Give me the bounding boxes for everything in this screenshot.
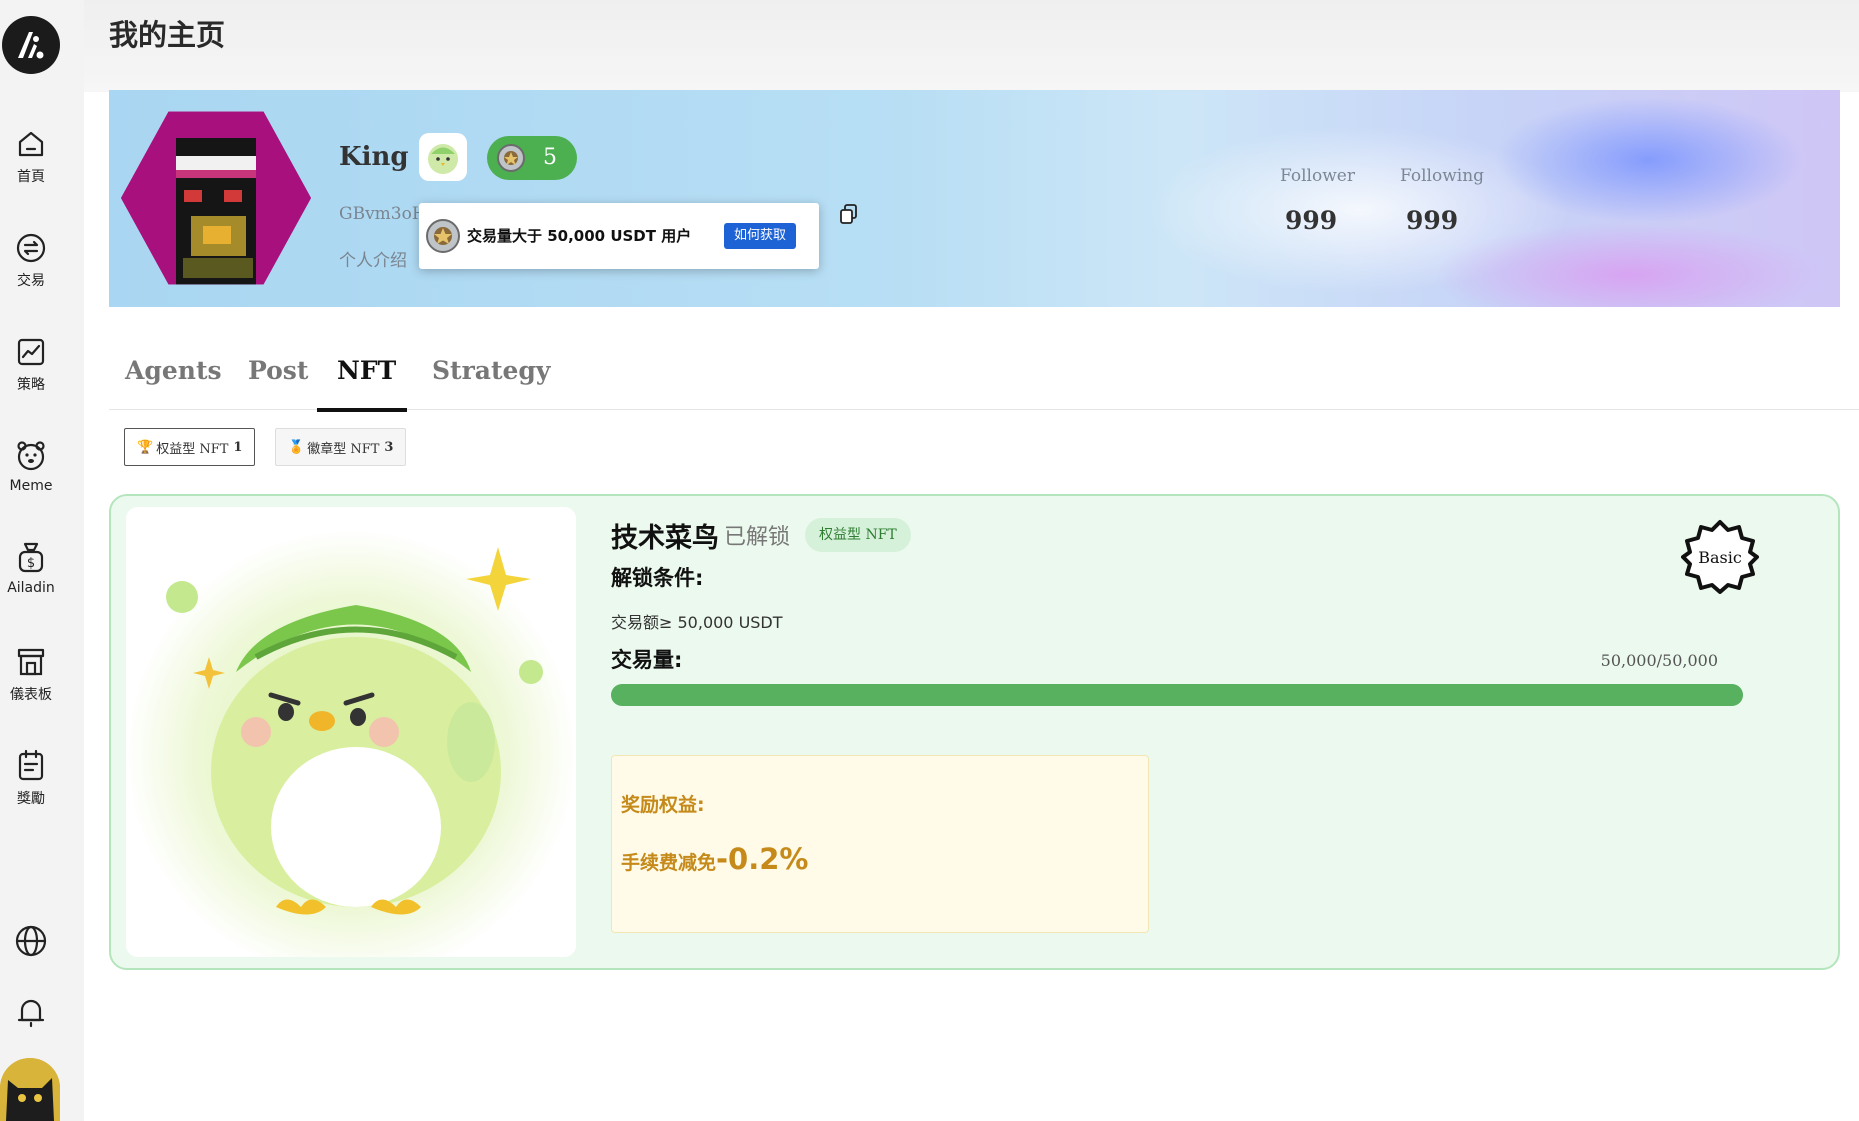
follower-count[interactable]: 999 (1285, 206, 1337, 235)
bell-icon[interactable] (14, 995, 48, 1029)
chart-icon (17, 338, 45, 366)
sidebar-item-dashboard[interactable]: 儀表板 (0, 644, 62, 704)
reward-box: 奖励权益: 手续费减免-0.2% (611, 755, 1149, 933)
sidebar-item-label: 交易 (17, 273, 45, 289)
chip-count: 3 (384, 439, 394, 455)
following-count[interactable]: 999 (1406, 206, 1458, 235)
svg-text:$: $ (27, 556, 35, 571)
volume-progress-bar (611, 684, 1743, 706)
chick-nft-illustration-icon (126, 507, 576, 957)
trophy-icon: 🏆 (137, 439, 154, 455)
level-badge: Basic (1681, 518, 1759, 596)
badge-count-pill[interactable]: 5 (487, 136, 577, 180)
user-avatar[interactable] (0, 1058, 60, 1121)
sidebar-item-ailadin[interactable]: $ Ailadin (0, 540, 62, 596)
copy-icon[interactable] (839, 203, 859, 225)
volume-title: 交易量: (611, 648, 683, 672)
wallet-address: GBvm3oH (339, 204, 427, 224)
header-bar (84, 0, 1859, 92)
chip-label: 权益型 NFT (156, 441, 229, 457)
chip-count: 1 (233, 439, 243, 455)
store-icon (17, 648, 45, 676)
tab-nft[interactable]: NFT (337, 356, 396, 385)
sidebar-item-trade[interactable]: 交易 (0, 232, 62, 290)
sidebar-item-label: 儀表板 (10, 687, 52, 703)
pixel-avatar-icon (121, 111, 311, 285)
badge-count: 5 (543, 145, 557, 170)
tooltip-text: 交易量大于 50,000 USDT 用户 (467, 227, 692, 245)
sidebar-item-rewards[interactable]: 獎勵 (0, 748, 62, 808)
reward-label: 奖励权益: (621, 794, 705, 816)
unlock-condition-title: 解锁条件: (611, 566, 704, 590)
bear-icon (17, 441, 45, 471)
nft-title: 技术菜鸟 (611, 523, 719, 554)
medal-icon (426, 219, 460, 253)
medal-icon: 🏅 (288, 439, 305, 455)
filter-chip-badge-nft[interactable]: 🏅 徽章型 NFT 3 (275, 428, 407, 466)
page-title: 我的主页 (109, 18, 226, 52)
nft-mini-badge[interactable] (419, 133, 467, 181)
sidebar-item-label: Ailadin (7, 580, 55, 596)
tab-agents[interactable]: Agents (125, 356, 222, 385)
following-label: Following (1400, 166, 1485, 186)
sidebar-item-strategy[interactable]: 策略 (0, 336, 62, 394)
profile-bio: 个人介绍 (339, 251, 407, 271)
sidebar-item-label: 獎勵 (17, 791, 45, 807)
profile-banner: King 5 GBvm3oH 个人介绍 Follower 999 Followi… (109, 90, 1840, 307)
sidebar-item-home[interactable]: 首頁 (0, 128, 62, 186)
logo-icon (18, 32, 44, 59)
volume-progress-fill (611, 684, 1743, 706)
reward-prefix: 手续费减免 (621, 852, 717, 874)
exchange-icon (16, 233, 46, 263)
reward-value: -0.2% (716, 842, 809, 876)
money-bag-icon: $ (18, 542, 44, 573)
volume-value: 50,000/50,000 (1600, 651, 1718, 670)
medal-icon (497, 144, 525, 172)
nft-status: 已解锁 (724, 525, 791, 550)
tab-strategy[interactable]: Strategy (432, 356, 550, 385)
nft-type-tag: 权益型 NFT (805, 518, 911, 552)
follower-label: Follower (1280, 166, 1355, 186)
reward-detail: 手续费减免-0.2% (621, 842, 808, 876)
badge-tooltip: 交易量大于 50,000 USDT 用户 如何获取 (419, 203, 819, 269)
globe-icon[interactable] (14, 924, 48, 958)
clipboard-icon (18, 749, 44, 781)
unlock-condition-text: 交易额≥ 50,000 USDT (611, 613, 783, 632)
nft-image (126, 507, 576, 957)
sidebar: 首頁 交易 策略 Meme $ Ailadin 儀表板 獎勵 (0, 0, 84, 1121)
profile-name: King (339, 142, 409, 172)
sidebar-item-meme[interactable]: Meme (0, 438, 62, 494)
home-icon (18, 131, 44, 157)
active-tab-indicator (317, 408, 407, 412)
filter-chip-benefit-nft[interactable]: 🏆 权益型 NFT 1 (124, 428, 256, 466)
app-logo[interactable] (2, 16, 60, 74)
chip-label: 徽章型 NFT (307, 441, 380, 457)
profile-avatar[interactable] (121, 111, 311, 285)
chick-icon (428, 144, 458, 174)
cat-avatar-icon (0, 1058, 60, 1121)
tab-post[interactable]: Post (248, 356, 308, 385)
level-label: Basic (1698, 547, 1742, 567)
sidebar-item-label: 策略 (17, 377, 45, 393)
nft-card[interactable]: 技术菜鸟 已解锁 权益型 NFT 解锁条件: 交易额≥ 50,000 USDT … (109, 494, 1840, 970)
sidebar-item-label: Meme (9, 478, 53, 494)
sidebar-item-label: 首頁 (17, 169, 45, 185)
how-to-get-button[interactable]: 如何获取 (724, 223, 796, 249)
